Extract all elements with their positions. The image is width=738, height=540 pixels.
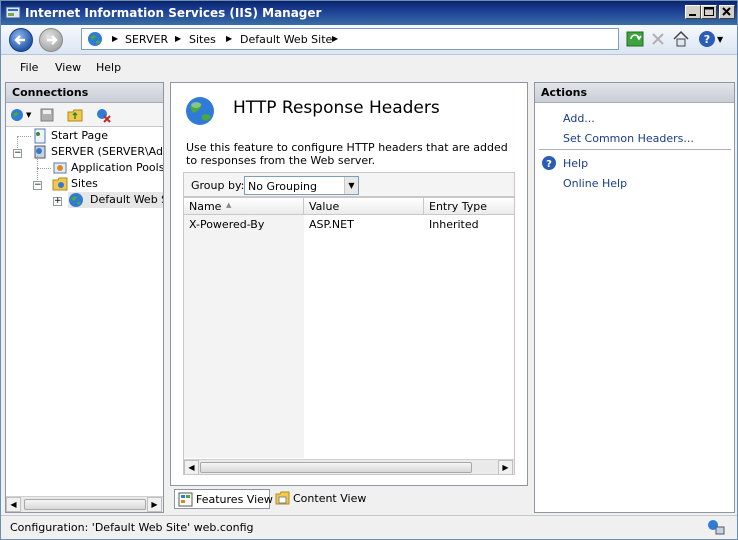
svg-text:?: ? xyxy=(704,33,710,46)
actions-panel: Actions Add... Set Common Headers... ? H… xyxy=(534,82,735,513)
tab-content-view[interactable]: Content View xyxy=(272,489,366,509)
scroll-right-button[interactable]: ▶ xyxy=(498,460,513,474)
forward-button[interactable] xyxy=(39,28,63,52)
menu-file[interactable]: File xyxy=(20,61,38,74)
menu-view[interactable]: View xyxy=(55,61,81,74)
column-header-name[interactable]: Name ▲ xyxy=(184,198,304,215)
column-header-value[interactable]: Value xyxy=(304,198,424,215)
refresh-icon[interactable] xyxy=(626,30,644,48)
menu-help[interactable]: Help xyxy=(96,61,121,74)
status-text: Configuration: 'Default Web Site' web.co… xyxy=(10,521,254,534)
menu-bar: File View Help xyxy=(1,56,737,78)
start-page-icon xyxy=(34,128,46,144)
add-header-link[interactable]: Add... xyxy=(563,112,595,125)
address-bar[interactable]: ▶ SERVER ▶ Sites ▶ Default Web Site ▶ xyxy=(81,28,619,50)
globe-icon xyxy=(186,97,214,125)
close-icon xyxy=(722,7,731,16)
globe-icon xyxy=(88,32,102,46)
close-button[interactable] xyxy=(719,5,735,19)
breadcrumb-server[interactable]: SERVER xyxy=(125,33,168,46)
tree-line xyxy=(37,168,51,169)
connections-scrollbar[interactable]: ◀ ▶ xyxy=(6,496,163,512)
list-header: Name ▲ Value Entry Type xyxy=(184,198,514,215)
sorted-column-shading xyxy=(184,215,304,458)
svg-text:?: ? xyxy=(546,159,552,170)
feature-description: Use this feature to configure HTTP heade… xyxy=(186,141,508,167)
scroll-right-button[interactable]: ▶ xyxy=(147,497,162,512)
chevron-down-icon[interactable]: ▼ xyxy=(26,111,31,119)
cell-name: X-Powered-By xyxy=(189,218,265,231)
help-icon[interactable]: ? xyxy=(698,30,716,48)
chevron-down-icon[interactable]: ▼ xyxy=(717,35,723,44)
features-view-icon xyxy=(178,492,193,507)
divider xyxy=(539,149,731,150)
up-folder-icon[interactable] xyxy=(67,107,83,123)
sort-ascending-icon: ▲ xyxy=(226,201,232,209)
minimize-button[interactable] xyxy=(685,5,701,19)
tab-features-view[interactable]: Features View xyxy=(174,489,273,509)
stop-icon[interactable] xyxy=(649,30,667,48)
cell-value: ASP.NET xyxy=(309,218,354,231)
tree-item-default-web-site[interactable]: Default Web Sit xyxy=(68,192,163,208)
connections-panel: Connections ▼ Start Page − SERVER (SERVE… xyxy=(5,82,164,513)
app-window: Internet Information Services (IIS) Mana… xyxy=(0,0,738,540)
chevron-right-icon: ▶ xyxy=(112,34,119,43)
help-icon: ? xyxy=(542,156,556,170)
chevron-right-icon: ▶ xyxy=(332,34,339,43)
connections-header: Connections xyxy=(6,83,163,103)
maximize-button[interactable] xyxy=(701,5,717,19)
sites-folder-icon xyxy=(52,177,68,191)
window-title: Internet Information Services (IIS) Mana… xyxy=(25,6,322,20)
scroll-thumb[interactable] xyxy=(24,499,146,510)
connections-tree: Start Page − SERVER (SERVER\Admin Applic… xyxy=(13,128,163,208)
back-arrow-icon xyxy=(14,35,25,45)
globe-icon xyxy=(69,193,83,207)
help-link[interactable]: Help xyxy=(563,157,588,170)
online-help-link[interactable]: Online Help xyxy=(563,177,627,190)
connect-icon[interactable] xyxy=(9,107,25,123)
group-by-bar: Group by: No Grouping ▼ xyxy=(183,172,515,197)
save-icon[interactable] xyxy=(39,107,55,123)
headers-list: Name ▲ Value Entry Type X-Powered-By ASP… xyxy=(183,197,515,475)
chevron-down-icon: ▼ xyxy=(344,177,358,194)
tree-line xyxy=(17,136,31,137)
address-toolbar: ▶ SERVER ▶ Sites ▶ Default Web Site ▶ ? … xyxy=(1,25,737,55)
cell-entry-type: Inherited xyxy=(429,218,479,231)
list-scrollbar[interactable]: ◀ ▶ xyxy=(184,459,514,474)
collapse-sites-toggle[interactable]: − xyxy=(33,181,42,190)
content-view-icon xyxy=(275,491,290,505)
scroll-thumb[interactable] xyxy=(200,462,472,473)
disconnect-icon[interactable] xyxy=(95,107,111,123)
back-button[interactable] xyxy=(9,28,33,52)
title-bar: Internet Information Services (IIS) Mana… xyxy=(1,1,737,25)
group-by-select[interactable]: No Grouping ▼ xyxy=(244,176,359,195)
page-title: HTTP Response Headers xyxy=(233,98,440,118)
iis-app-icon xyxy=(5,6,21,19)
minimize-icon xyxy=(689,14,696,16)
connections-toolbar: ▼ xyxy=(6,103,163,127)
group-by-label: Group by: xyxy=(191,179,245,192)
expand-default-web-site-toggle[interactable]: + xyxy=(53,197,62,206)
breadcrumb-default-web-site[interactable]: Default Web Site xyxy=(240,33,332,46)
set-common-headers-link[interactable]: Set Common Headers... xyxy=(563,132,694,145)
server-icon xyxy=(34,145,46,159)
chevron-right-icon: ▶ xyxy=(226,34,233,43)
forward-arrow-icon xyxy=(47,35,58,45)
scroll-left-button[interactable]: ◀ xyxy=(184,460,199,474)
maximize-icon xyxy=(704,7,714,16)
collapse-server-toggle[interactable]: − xyxy=(13,149,22,158)
actions-header: Actions xyxy=(535,83,734,103)
column-header-entry-type[interactable]: Entry Type xyxy=(424,198,514,215)
breadcrumb-sites[interactable]: Sites xyxy=(189,33,216,46)
scroll-left-button[interactable]: ◀ xyxy=(6,497,21,512)
network-status-icon xyxy=(708,520,725,535)
feature-page: HTTP Response Headers Use this feature t… xyxy=(170,82,528,486)
application-pools-icon xyxy=(53,162,67,174)
status-bar: Configuration: 'Default Web Site' web.co… xyxy=(1,515,737,539)
chevron-right-icon: ▶ xyxy=(175,34,182,43)
home-icon[interactable] xyxy=(672,30,690,48)
